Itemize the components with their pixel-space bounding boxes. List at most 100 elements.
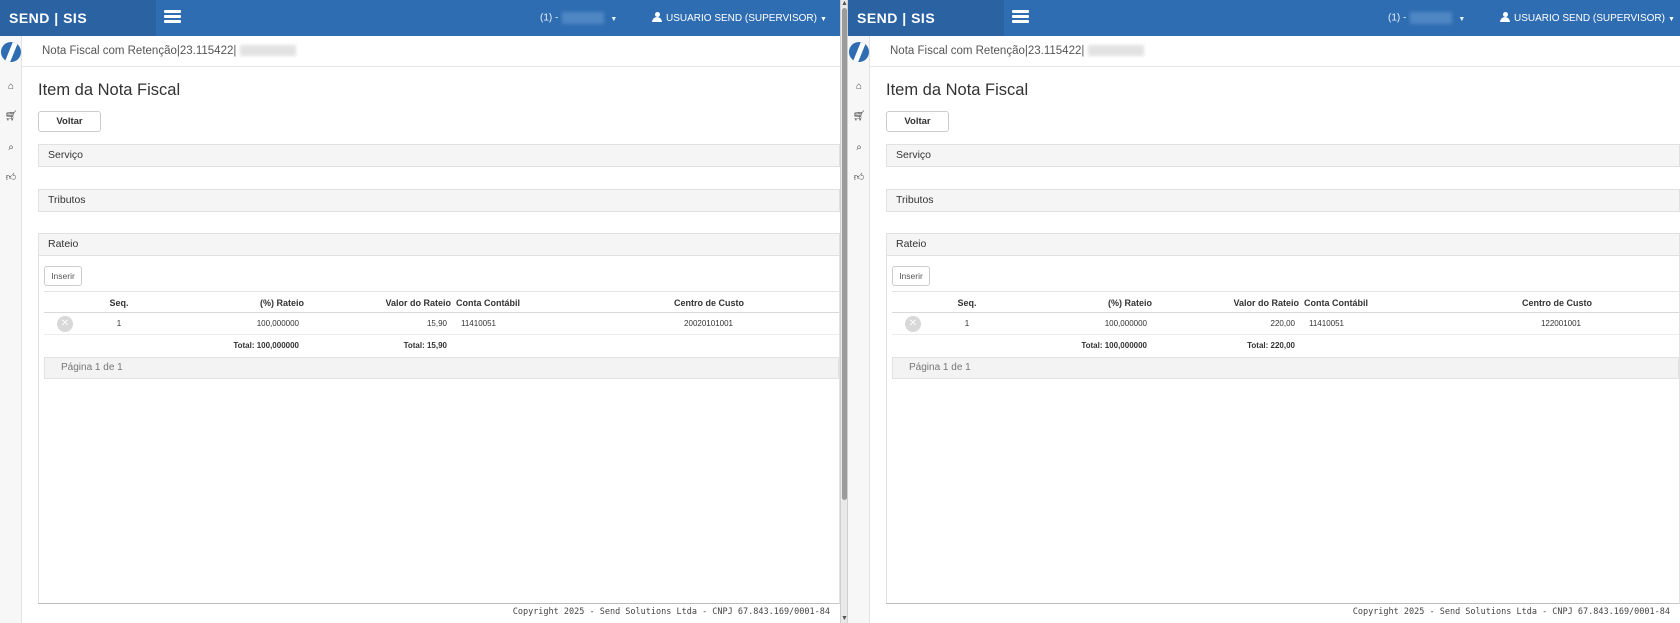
insert-button[interactable]: Inserir [44, 266, 82, 286]
top-navbar: SEND | SIS (1) - ▼ USUARIO SEND (SUPERVIS… [0, 0, 840, 36]
scrollbar-thumb[interactable] [842, 8, 847, 500]
col-rateio[interactable]: (%) Rateio [194, 292, 304, 314]
user-menu[interactable]: USUARIO SEND (SUPERVISOR) ▼ [652, 12, 827, 24]
page-title: Item da Nota Fiscal [38, 81, 181, 99]
section-tributos[interactable]: Tributos [886, 189, 1680, 212]
company-name-redacted [1410, 12, 1453, 24]
section-servico[interactable]: Serviço [38, 144, 840, 167]
rateio-table: Seq. (%) Rateio Valor do Rateio Conta Co… [44, 291, 839, 379]
window-scrollbar[interactable]: ▲ ▼ [840, 0, 848, 623]
company-prefix: (1) - [540, 12, 559, 24]
col-valor[interactable]: Valor do Rateio [1172, 292, 1299, 314]
shopping-cart-icon[interactable]: 🛒︎ [4, 110, 18, 124]
company-selector[interactable]: (1) - ▼ [540, 12, 617, 24]
app-logo-icon[interactable] [849, 42, 869, 62]
delete-icon[interactable]: ✕ [905, 316, 921, 332]
scroll-up-icon[interactable]: ▲ [841, 0, 848, 8]
user-icon [652, 12, 662, 22]
cell-seq: 1 [964, 319, 970, 328]
back-button[interactable]: Voltar [38, 111, 101, 132]
table-totals: Total: 100,000000 Total: 15,90 [44, 335, 839, 357]
user-menu[interactable]: USUARIO SEND (SUPERVISOR) ▼ [1500, 12, 1675, 24]
breadcrumb-redacted [1088, 45, 1145, 57]
caret-down-icon: ▼ [819, 16, 827, 23]
copyright: Copyright 2025 - Send Solutions Ltda - C… [1352, 607, 1670, 617]
pagination: Página 1 de 1 [44, 357, 839, 379]
menu-toggle-icon[interactable] [164, 10, 181, 24]
col-centro[interactable]: Centro de Custo [1492, 292, 1622, 314]
section-rateio[interactable]: Rateio [38, 233, 840, 256]
breadcrumb-text: Nota Fiscal com Retenção|23.115422| [890, 45, 1085, 57]
search-icon[interactable]: ⌕ [4, 141, 18, 155]
total-rateio: Total: 100,000000 [233, 341, 299, 350]
table-row[interactable]: ✕ 1 100,000000 220,00 11410051 122001001 [892, 313, 1679, 335]
caret-down-icon: ▼ [1458, 15, 1466, 23]
back-button[interactable]: Voltar [886, 111, 949, 132]
section-rateio[interactable]: Rateio [886, 233, 1680, 256]
total-valor: Total: 15,90 [403, 341, 447, 350]
cell-conta: 11410051 [1309, 319, 1344, 328]
cell-seq: 1 [116, 319, 122, 328]
cell-centro: 122001001 [1540, 319, 1581, 328]
scroll-down-icon[interactable]: ▼ [841, 615, 848, 623]
sidebar: ⌂ 🛒︎ ⌕ 👍︎ [0, 36, 22, 623]
home-icon[interactable]: ⌂ [852, 80, 866, 94]
col-conta[interactable]: Conta Contábil [1304, 292, 1414, 314]
footer-divider [38, 603, 830, 604]
home-icon[interactable]: ⌂ [4, 80, 18, 94]
cell-valor: 220,00 [1270, 319, 1295, 328]
menu-toggle-icon[interactable] [1012, 10, 1029, 24]
col-seq[interactable]: Seq. [942, 292, 992, 314]
col-seq[interactable]: Seq. [94, 292, 144, 314]
brand-logo[interactable]: SEND | SIS [0, 0, 156, 36]
caret-down-icon: ▼ [1667, 16, 1675, 23]
caret-down-icon: ▼ [610, 15, 618, 23]
main-content: Nota Fiscal com Retenção|23.115422| Item… [22, 36, 840, 623]
col-conta[interactable]: Conta Contábil [456, 292, 566, 314]
breadcrumb: Nota Fiscal com Retenção|23.115422| [870, 36, 1680, 67]
user-label: USUARIO SEND (SUPERVISOR) [1514, 13, 1665, 24]
search-icon[interactable]: ⌕ [852, 141, 866, 155]
insert-button[interactable]: Inserir [892, 266, 930, 286]
breadcrumb-redacted [240, 45, 297, 57]
app-logo-icon[interactable] [1, 42, 21, 62]
right-window: SEND | SIS (1) - ▼ USUARIO SEND (SUPERVIS… [848, 0, 1680, 623]
cell-centro: 20020101001 [684, 319, 733, 328]
copyright: Copyright 2025 - Send Solutions Ltda - C… [512, 607, 830, 617]
breadcrumb-text: Nota Fiscal com Retenção|23.115422| [42, 45, 237, 57]
cell-conta: 11410051 [461, 319, 496, 328]
thumbs-up-icon[interactable]: 👍︎ [4, 171, 18, 185]
pagination: Página 1 de 1 [892, 357, 1679, 379]
user-label: USUARIO SEND (SUPERVISOR) [666, 13, 817, 24]
cell-valor: 15,90 [426, 319, 447, 328]
company-selector[interactable]: (1) - ▼ [1388, 12, 1465, 24]
table-totals: Total: 100,000000 Total: 220,00 [892, 335, 1679, 357]
company-name-redacted [562, 12, 605, 24]
left-window: SEND | SIS (1) - ▼ USUARIO SEND (SUPERVIS… [0, 0, 840, 623]
company-prefix: (1) - [1388, 12, 1407, 24]
table-row[interactable]: ✕ 1 100,000000 15,90 11410051 2002010100… [44, 313, 839, 335]
page-title: Item da Nota Fiscal [886, 81, 1029, 99]
total-valor: Total: 220,00 [1247, 341, 1295, 350]
col-valor[interactable]: Valor do Rateio [324, 292, 451, 314]
user-icon [1500, 12, 1510, 22]
breadcrumb: Nota Fiscal com Retenção|23.115422| [22, 36, 840, 67]
thumbs-up-icon[interactable]: 👍︎ [852, 171, 866, 185]
rateio-table: Seq. (%) Rateio Valor do Rateio Conta Co… [892, 291, 1679, 379]
cell-rateio: 100,000000 [1104, 319, 1147, 328]
shopping-cart-icon[interactable]: 🛒︎ [852, 110, 866, 124]
total-rateio: Total: 100,000000 [1081, 341, 1147, 350]
section-servico[interactable]: Serviço [886, 144, 1680, 167]
cell-rateio: 100,000000 [256, 319, 299, 328]
delete-icon[interactable]: ✕ [57, 316, 73, 332]
table-header: Seq. (%) Rateio Valor do Rateio Conta Co… [892, 291, 1679, 313]
col-centro[interactable]: Centro de Custo [644, 292, 774, 314]
brand-logo[interactable]: SEND | SIS [848, 0, 1004, 36]
col-rateio[interactable]: (%) Rateio [1042, 292, 1152, 314]
main-content: Nota Fiscal com Retenção|23.115422| Item… [870, 36, 1680, 623]
section-tributos[interactable]: Tributos [38, 189, 840, 212]
rateio-panel: Inserir Seq. (%) Rateio Valor do Rateio … [886, 256, 1680, 604]
footer-divider [886, 603, 1670, 604]
sidebar: ⌂ 🛒︎ ⌕ 👍︎ [848, 36, 870, 623]
rateio-panel: Inserir Seq. (%) Rateio Valor do Rateio … [38, 256, 840, 604]
